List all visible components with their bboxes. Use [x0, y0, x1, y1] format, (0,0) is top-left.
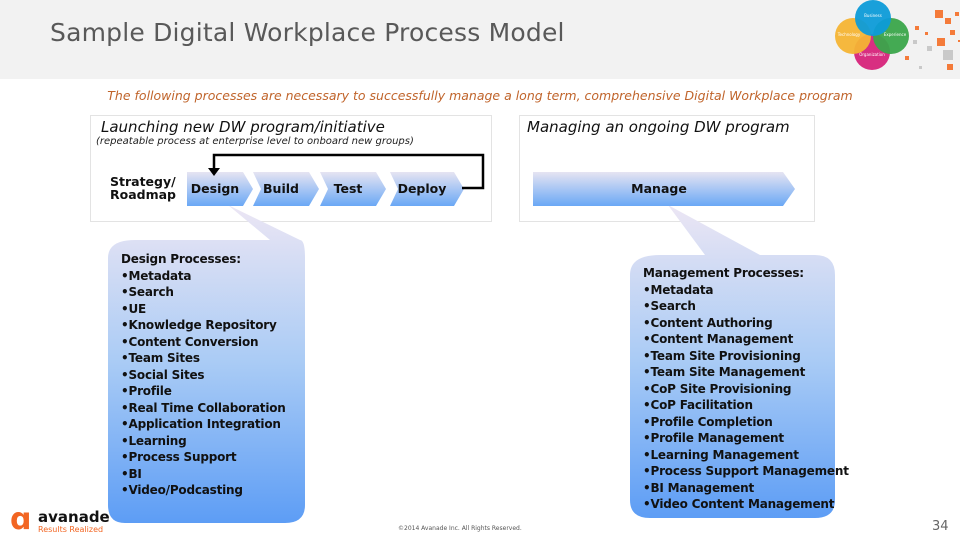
- list-item: Content Authoring: [643, 315, 849, 332]
- list-item: Real Time Collaboration: [121, 400, 285, 417]
- design-processes-heading: Design Processes:: [121, 252, 241, 266]
- step-design[interactable]: Design: [187, 172, 253, 206]
- list-item: Knowledge Repository: [121, 317, 286, 334]
- step-manage[interactable]: Manage: [533, 172, 795, 206]
- roadmap-line: Roadmap: [110, 187, 177, 202]
- list-item: Team Site Management: [643, 364, 849, 381]
- step-test-label: Test: [333, 181, 363, 196]
- list-item: BI: [121, 466, 286, 483]
- list-item: Video/Podcasting: [121, 482, 286, 499]
- list-item: Learning: [121, 433, 286, 450]
- management-processes-heading: Management Processes:: [643, 266, 804, 280]
- manage-panel-title: Managing an ongoing DW program: [527, 118, 790, 136]
- avanade-logo: ɑ avanade Results Realized: [10, 505, 120, 537]
- logo-tagline: Results Realized: [38, 525, 104, 534]
- list-item: UE: [121, 301, 286, 318]
- list-item: BI Management: [643, 480, 849, 497]
- list-item: Team Site Provisioning: [643, 348, 849, 365]
- list-item: Profile Completion: [643, 414, 849, 431]
- copyright-text: ©2014 Avanade Inc. All Rights Reserved.: [398, 525, 522, 532]
- list-item: Process Support: [121, 449, 286, 466]
- avanade-logo-mark-icon: ɑ: [10, 502, 32, 537]
- list-item: Team Sites: [121, 350, 286, 367]
- list-item: Content Conversion: [121, 334, 286, 351]
- list-item: Process Support Management: [643, 463, 848, 480]
- step-deploy[interactable]: Deploy: [390, 172, 464, 206]
- launch-panel-subtitle: (repeatable process at enterprise level …: [96, 136, 414, 147]
- list-item: CoP Site Provisioning: [643, 381, 849, 398]
- launch-panel-title: Launching new DW program/initiative: [101, 118, 385, 136]
- list-item: Profile Management: [643, 430, 849, 447]
- step-deploy-label: Deploy: [397, 181, 447, 196]
- strategy-roadmap-label: Strategy/ Roadmap: [110, 175, 176, 201]
- management-processes-list: Management Processes: Metadata Search Co…: [643, 265, 849, 513]
- step-design-label: Design: [190, 181, 240, 196]
- list-item: Profile: [121, 383, 286, 400]
- page-number: 34: [932, 519, 949, 534]
- list-item: Application Integration: [121, 416, 286, 433]
- step-build[interactable]: Build: [253, 172, 319, 206]
- list-item: Social Sites: [121, 367, 286, 384]
- list-item: Search: [121, 284, 286, 301]
- list-item: Video Content Management: [643, 496, 849, 513]
- step-build-label: Build: [263, 181, 299, 196]
- step-manage-label: Manage: [631, 181, 687, 196]
- list-item: Search: [643, 298, 849, 315]
- step-test[interactable]: Test: [320, 172, 386, 206]
- list-item: Metadata: [121, 268, 286, 285]
- logo-name: avanade: [38, 508, 110, 526]
- list-item: Content Management: [643, 331, 849, 348]
- list-item: Metadata: [643, 282, 849, 299]
- design-processes-list: Design Processes: Metadata Search UE Kno…: [121, 251, 286, 499]
- list-item: Learning Management: [643, 447, 849, 464]
- list-item: CoP Facilitation: [643, 397, 849, 414]
